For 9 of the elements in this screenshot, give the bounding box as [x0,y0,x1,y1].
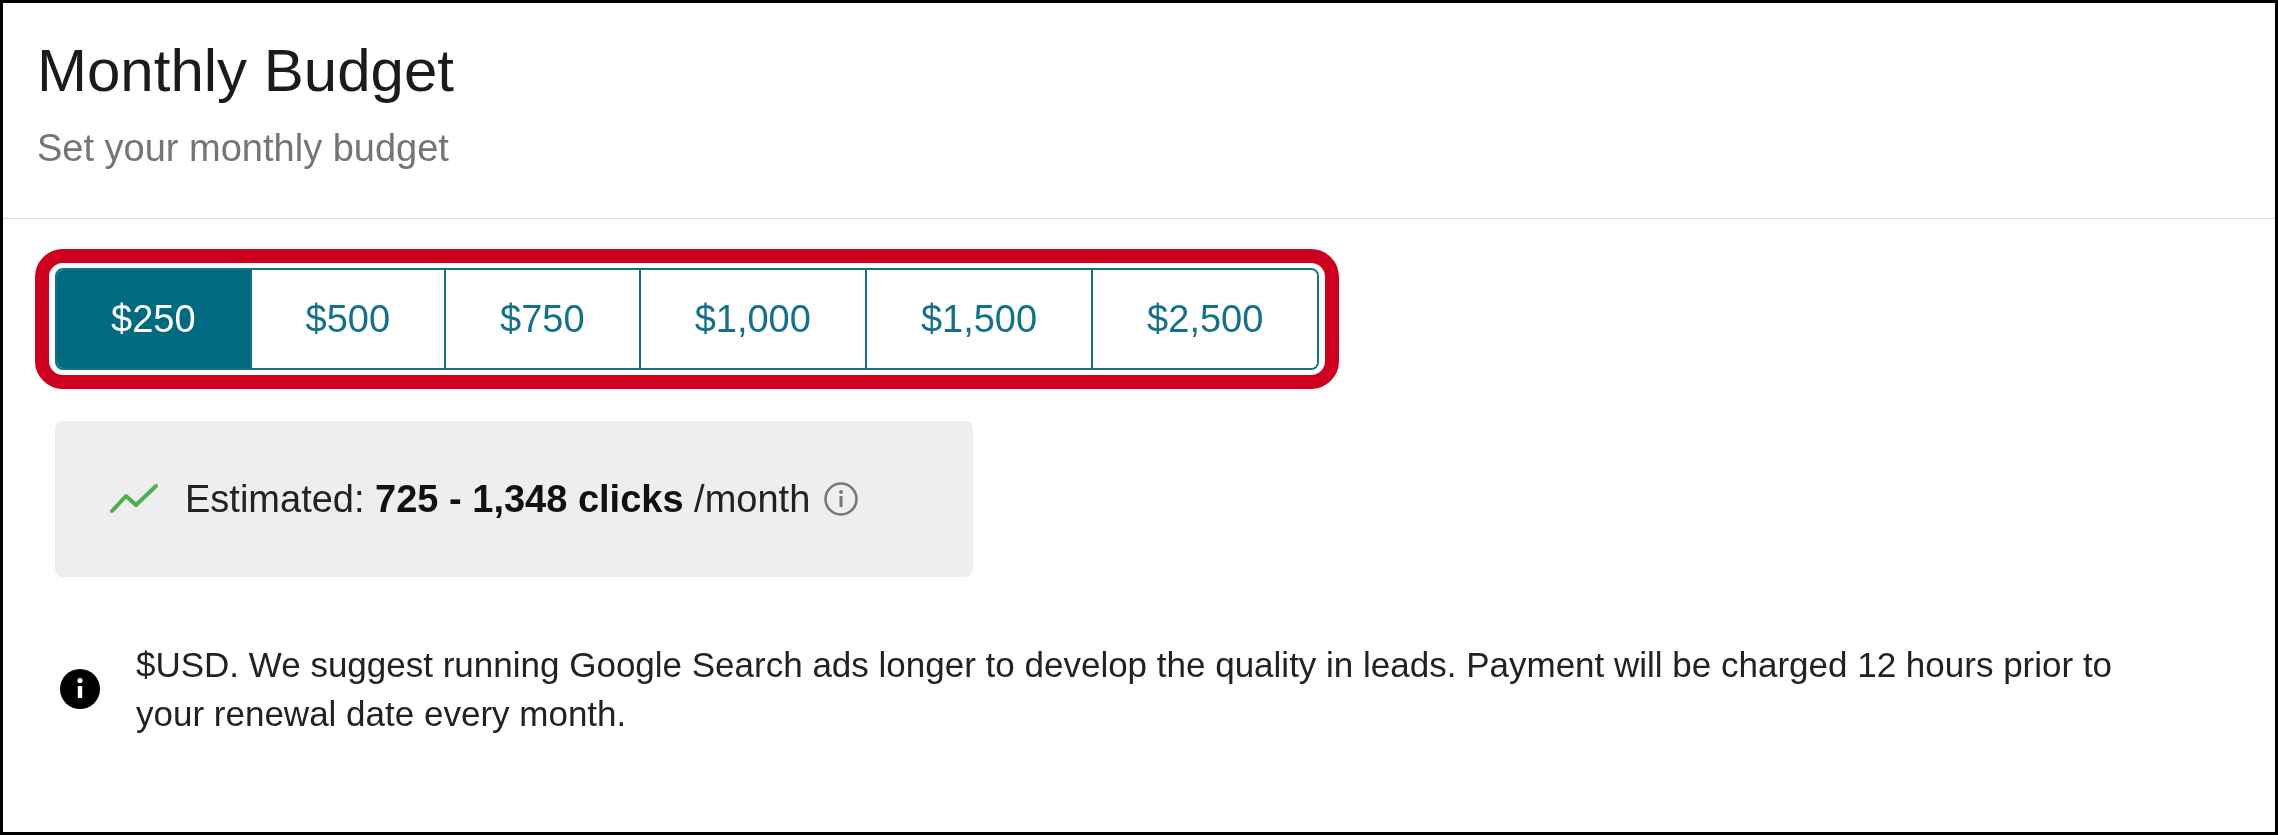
estimate-text: Estimated: 725 - 1,348 clicks /month [185,477,811,521]
trend-up-icon [110,484,158,514]
note-text: $USD. We suggest running Google Search ads longer to develop the quality in leads. Payment will be charged 12 hours prior to your renewal date every month. [136,644,2114,735]
info-icon[interactable] [824,482,859,516]
budget-option-button[interactable]: $2,500 [1091,270,1318,368]
page-title: Monthly Budget [37,36,454,105]
budget-option-button[interactable]: $250 [57,270,250,368]
page-subtitle: Set your monthly budget [37,126,449,170]
info-icon [60,669,100,709]
